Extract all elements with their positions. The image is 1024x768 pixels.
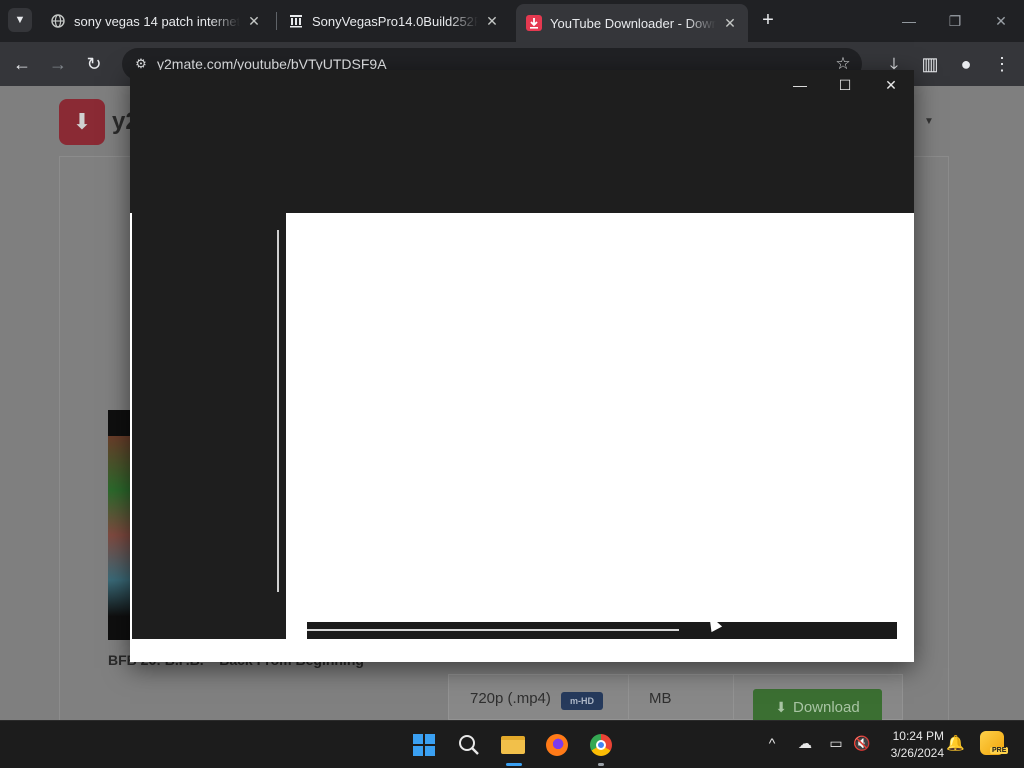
close-icon: ✕ xyxy=(885,77,897,93)
windows-logo-icon xyxy=(413,734,435,756)
chrome-icon xyxy=(590,734,612,756)
side-panel-icon: ▥ xyxy=(921,54,939,74)
site-logo-icon[interactable]: ⬇ xyxy=(59,99,105,145)
tab-title: SonyVegasPro14.0Build252Patch xyxy=(312,13,478,29)
tab-separator xyxy=(276,12,277,30)
tab-vegas-patch[interactable]: SonyVegasPro14.0Build252Patch ✕ xyxy=(278,6,510,36)
popup-maximize-button[interactable]: ☐ xyxy=(825,74,865,96)
chevron-up-icon: ^ xyxy=(768,735,776,751)
file-size: MB xyxy=(649,690,672,707)
popup-close-button[interactable]: ✕ xyxy=(871,74,911,96)
speaker-muted-icon: 🔇 xyxy=(853,735,871,751)
quality-label: 720p (.mp4) xyxy=(470,690,551,707)
show-hidden-icons-button[interactable]: ^ xyxy=(762,735,782,751)
chrome-button[interactable] xyxy=(587,731,615,759)
close-tab-icon[interactable]: ✕ xyxy=(484,13,500,30)
reload-button[interactable]: ↻ xyxy=(80,50,108,78)
download-button-label: Download xyxy=(793,698,860,716)
folder-icon xyxy=(501,736,525,754)
start-button[interactable] xyxy=(410,731,438,759)
close-icon: ✕ xyxy=(995,13,1007,29)
close-tab-icon[interactable]: ✕ xyxy=(722,15,738,32)
taskbar: ^ ☁ ▭ 🔇 xyxy=(0,720,1024,768)
onedrive-status[interactable]: ☁ xyxy=(795,735,815,752)
volume-status[interactable]: 🔇 xyxy=(852,735,872,752)
chevron-down-icon: ▼ xyxy=(14,14,26,26)
column-divider xyxy=(733,674,734,720)
tab-search-button[interactable]: ▼ xyxy=(8,8,32,32)
minimize-icon: — xyxy=(902,13,916,29)
new-tab-button[interactable]: + xyxy=(756,8,780,32)
profile-icon: ● xyxy=(960,54,972,74)
profile-button[interactable]: ● xyxy=(952,50,980,78)
active-app-indicator xyxy=(506,763,522,766)
notification-bell-icon[interactable]: 🔔 xyxy=(946,734,965,752)
clock-time[interactable]: 10:24 PM xyxy=(884,729,944,743)
caret-down-icon: ▼ xyxy=(924,116,934,127)
window-minimize-button[interactable]: — xyxy=(886,8,932,34)
globe-icon xyxy=(50,13,66,29)
download-icon: ⬇ xyxy=(775,698,787,715)
y2mate-icon xyxy=(526,15,542,31)
popup-title-bar: — ☐ ✕ xyxy=(130,70,914,213)
file-explorer-button[interactable] xyxy=(499,731,527,759)
search-button[interactable] xyxy=(455,731,483,759)
reload-icon: ↻ xyxy=(86,54,102,74)
tab-strip: ▼ sony vegas 14 patch internet archive ✕… xyxy=(0,0,1024,42)
side-panel-button[interactable]: ▥ xyxy=(916,50,944,78)
forward-button[interactable]: → xyxy=(44,50,72,78)
kebab-menu-icon: ⋮ xyxy=(993,54,1011,74)
popup-vertical-scrollbar[interactable] xyxy=(277,230,279,592)
search-icon xyxy=(459,735,479,755)
clock-date[interactable]: 3/26/2024 xyxy=(884,746,944,760)
popup-window: — ☐ ✕ xyxy=(130,70,914,662)
back-button[interactable]: ← xyxy=(8,50,36,78)
maximize-icon: ☐ xyxy=(838,77,852,93)
popup-minimize-button[interactable]: — xyxy=(780,74,820,96)
running-app-indicator xyxy=(598,763,604,766)
tab-title: YouTube Downloader - Download xyxy=(550,15,716,31)
tab-sony-vegas-archive[interactable]: sony vegas 14 patch internet archive ✕ xyxy=(40,6,272,36)
network-status[interactable]: ▭ xyxy=(826,735,846,752)
close-tab-icon[interactable]: ✕ xyxy=(246,13,262,30)
popup-progress-track xyxy=(307,622,897,639)
hd-badge: m-HD xyxy=(561,692,603,710)
tab-youtube-downloader[interactable]: YouTube Downloader - Download ✕ xyxy=(516,4,748,42)
network-icon: ▭ xyxy=(829,735,843,751)
window-restore-button[interactable]: ❐ xyxy=(932,8,978,34)
popup-progress-bar xyxy=(307,629,679,631)
cloud-offline-icon: ☁ xyxy=(798,735,812,751)
archive-icon xyxy=(288,13,304,29)
column-divider xyxy=(628,674,629,720)
firefox-icon xyxy=(546,734,568,756)
arrow-left-icon: ← xyxy=(13,54,31,74)
copilot-preview-badge: PRE xyxy=(990,747,1009,754)
popup-sidebar xyxy=(132,213,286,639)
download-button[interactable]: ⬇ Download xyxy=(753,689,882,720)
window-close-button[interactable]: ✕ xyxy=(978,8,1024,34)
tab-title: sony vegas 14 patch internet archive xyxy=(74,13,240,29)
arrow-right-icon: → xyxy=(49,54,67,74)
firefox-button[interactable] xyxy=(543,731,571,759)
browser-menu-button[interactable]: ⋮ xyxy=(988,50,1016,78)
restore-icon: ❐ xyxy=(948,13,962,29)
minimize-icon: — xyxy=(793,77,807,93)
